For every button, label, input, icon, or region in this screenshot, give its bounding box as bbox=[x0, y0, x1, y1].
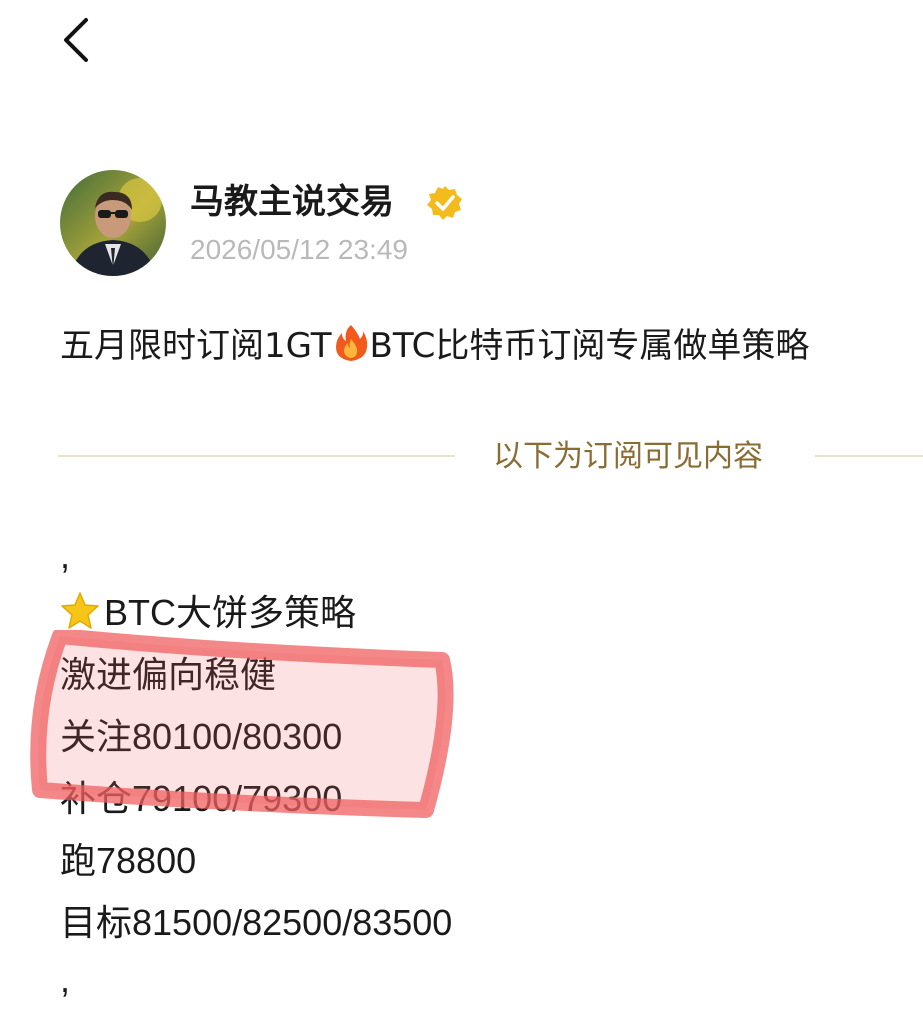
post-title-text-1: 五月限时订阅1GT bbox=[60, 326, 332, 366]
avatar-image bbox=[60, 170, 166, 276]
divider-line-left bbox=[58, 455, 455, 457]
target-price-line: 目标81500/82500/83500 bbox=[60, 902, 453, 943]
watch-price-line: 关注80100/80300 bbox=[60, 716, 343, 757]
risk-level-line: 激进偏向稳健 bbox=[60, 654, 277, 695]
star-icon bbox=[60, 588, 100, 629]
post-timestamp: 2026/05/12 23:49 bbox=[190, 234, 408, 265]
content-comma-top: , bbox=[60, 535, 71, 576]
verified-badge-icon bbox=[426, 184, 464, 222]
strategy-title-line: BTC大饼多策略 bbox=[60, 582, 452, 644]
author-name[interactable]: 马教主说交易 bbox=[190, 180, 394, 224]
post-title-text-2: BTC比特币订阅专属做单策略 bbox=[369, 326, 810, 366]
content-comma-bottom: , bbox=[60, 959, 71, 1000]
subscriber-content-label: 以下为订阅可见内容 bbox=[493, 439, 763, 474]
post-title: 五月限时订阅1GT BTC比特币订阅专属做单策略 bbox=[60, 320, 923, 372]
divider-line-right bbox=[815, 455, 923, 457]
strategy-title: BTC大饼多策略 bbox=[104, 592, 357, 633]
back-button[interactable] bbox=[52, 12, 112, 72]
chevron-left-icon bbox=[64, 18, 88, 62]
post-content: , BTC大饼多策略 激进偏向稳健 关注80100/80300 补仓79100/… bbox=[60, 530, 452, 1006]
add-position-line: 补仓79100/79300 bbox=[60, 778, 343, 819]
fire-icon bbox=[334, 323, 368, 363]
stop-loss-line: 跑78800 bbox=[60, 840, 197, 881]
avatar[interactable] bbox=[60, 170, 166, 276]
